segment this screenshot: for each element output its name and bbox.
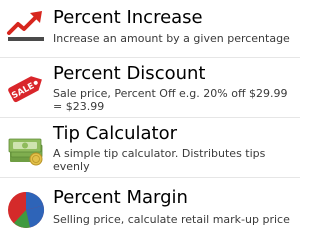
- trend-up-arrow-icon: [6, 7, 46, 47]
- pie-chart-icon: [6, 190, 46, 230]
- item-title: Tip Calculator: [53, 123, 177, 144]
- item-title: Percent Increase: [53, 7, 203, 28]
- item-subtitle: Selling price, calculate retail mark-up …: [53, 213, 290, 226]
- sale-tag-icon: SALE: [6, 68, 46, 108]
- list-item-percent-increase[interactable]: Percent Increase Increase an amount by a…: [0, 0, 300, 58]
- calculator-list: Percent Increase Increase an amount by a…: [0, 0, 300, 240]
- item-title: Percent Margin: [53, 187, 188, 208]
- list-item-percent-discount[interactable]: SALE Percent Discount Sale price, Percen…: [0, 58, 300, 118]
- item-title: Percent Discount: [53, 63, 206, 84]
- money-stack-icon: [6, 128, 46, 168]
- item-subtitle: A simple tip calculator. Distributes tip…: [53, 147, 266, 173]
- list-item-tip-calculator[interactable]: Tip Calculator A simple tip calculator. …: [0, 118, 300, 178]
- item-subtitle: Increase an amount by a given percentage: [53, 32, 290, 45]
- item-subtitle: Sale price, Percent Off e.g. 20% off $29…: [53, 87, 288, 113]
- list-item-percent-margin[interactable]: Percent Margin Selling price, calculate …: [0, 178, 300, 240]
